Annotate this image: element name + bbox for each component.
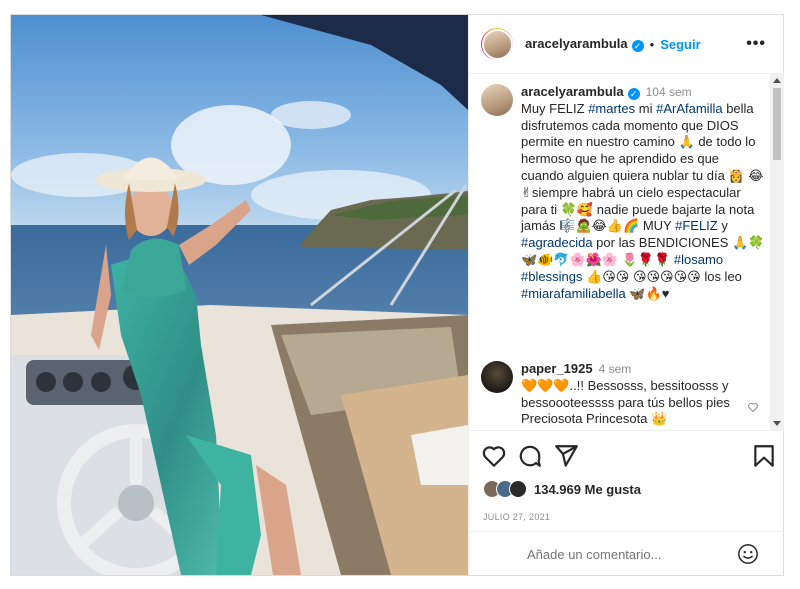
more-options-icon[interactable]: ••• [746,35,766,53]
hashtag-link[interactable]: #ArAfamilla [656,101,722,116]
reply-avatar[interactable] [481,361,513,393]
likes-row[interactable]: 134.969 Me gusta [483,479,641,499]
hashtag-link[interactable]: #agradecida [521,235,593,250]
comments-list[interactable]: aracelyarambula ✓ 104 sem Muy FELIZ #marte… [469,74,769,430]
header-username[interactable]: aracelyarambula ✓ [525,36,644,52]
caption-username[interactable]: aracelyarambula [521,84,624,99]
follow-button[interactable]: Seguir [660,37,700,52]
scroll-down-arrow-icon[interactable] [773,421,781,426]
liker-avatar-3 [509,480,527,498]
hashtag-link[interactable]: #losamo [674,252,723,267]
caption-text: Muy FELIZ #martes mi #ArAfamilla bella d… [521,101,764,301]
scroll-up-arrow-icon[interactable] [773,78,781,83]
caption-text-segment: 👍😘😘 😘😘😘😘😘 los leo [582,268,742,284]
caption-text-segment: mi [635,100,657,116]
reply-username[interactable]: paper_1925 [521,361,593,376]
post-header: aracelyarambula ✓ • Seguir ••• [469,15,784,74]
comments-scrollbar[interactable] [770,74,784,430]
header-separator: • [649,36,655,52]
post-date[interactable]: JULIO 27, 2021 [483,512,550,522]
avatar[interactable] [481,28,513,60]
caption-time[interactable]: 104 sem [646,85,692,99]
add-comment-bar [469,531,784,577]
scroll-thumb[interactable] [773,88,781,160]
likes-count[interactable]: 134.969 Me gusta [534,482,641,497]
story-ring[interactable] [481,28,513,60]
caption-avatar[interactable] [481,84,513,116]
caption-text-segment: 🦋🔥♥ [625,285,670,301]
hashtag-link[interactable]: #blessings [521,269,582,284]
smiley-icon[interactable] [737,543,759,565]
post-dialog: aracelyarambula ✓ • Seguir ••• aracelyara… [10,14,784,576]
header-username-text[interactable]: aracelyarambula [525,36,628,51]
reply-body: paper_1925 4 sem 🧡🧡🧡..!! Bessosss, bessit… [521,361,765,428]
caption-text-segment: y [717,218,728,234]
comment-input[interactable] [525,546,719,563]
comment-icon[interactable] [517,443,543,469]
post-side-panel: aracelyarambula ✓ • Seguir ••• aracelyara… [468,15,784,575]
caption-body: aracelyarambula ✓ 104 sem Muy FELIZ #marte… [521,84,765,302]
verified-badge-icon: ✓ [631,40,644,52]
caption-text-segment: Muy FELIZ [521,100,589,116]
hashtag-link[interactable]: #FELIZ [675,218,718,233]
hashtag-link[interactable]: #martes [588,101,635,116]
heart-icon[interactable] [481,443,507,469]
send-icon[interactable] [553,443,579,469]
post-photo[interactable] [11,15,468,575]
reply-time[interactable]: 4 sem [599,362,632,376]
post-actions: 134.969 Me gusta JULIO 27, 2021 [469,430,784,576]
action-icons-row [479,443,779,469]
bookmark-icon[interactable] [751,443,777,469]
hashtag-link[interactable]: #miarafamiliabella [521,286,626,301]
reply-text: 🧡🧡🧡..!! Bessosss, bessitoosss y bessooot… [521,377,730,427]
caption-verified-icon: ✓ [627,88,640,100]
boat-photo-image [11,15,468,575]
comment-like-heart-icon[interactable] [747,401,759,413]
caption-text-segment: bella disfrutemos cada momento que DIOS … [521,100,764,234]
